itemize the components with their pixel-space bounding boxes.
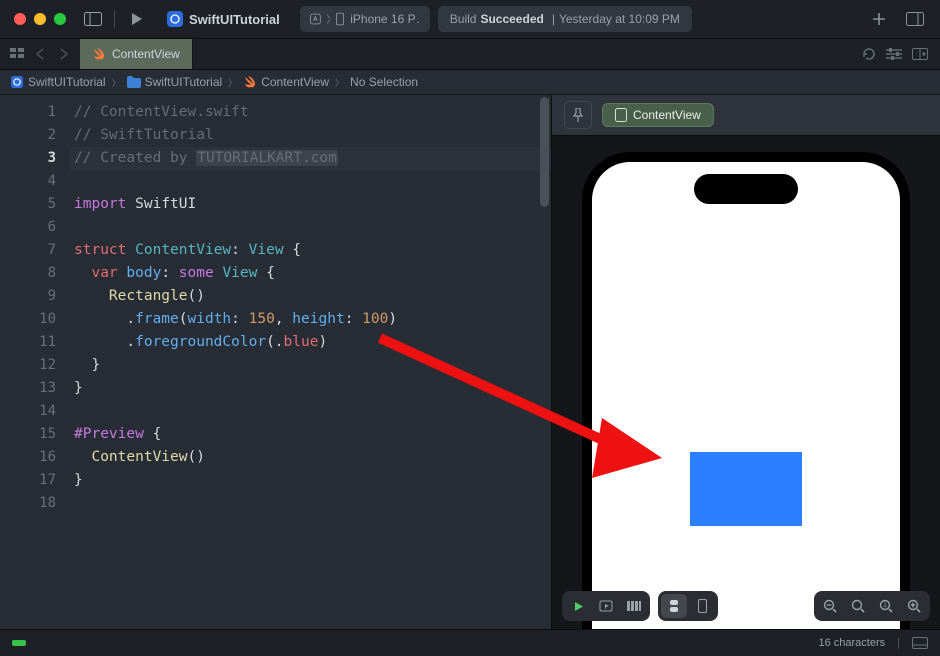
code-line[interactable]: struct ContentView: View { [74, 239, 551, 262]
swift-file-icon [92, 47, 106, 61]
toggle-navigator-icon[interactable] [80, 6, 106, 32]
phone-screen [592, 162, 900, 629]
editor-tab-active[interactable]: ContentView [80, 39, 193, 69]
code-line[interactable]: // SwiftTutorial [74, 124, 551, 147]
chevron-right-icon [327, 14, 331, 24]
project-icon [10, 75, 24, 89]
close-dot[interactable] [14, 13, 26, 25]
code-line[interactable]: } [74, 469, 551, 492]
add-editor-icon[interactable] [912, 48, 928, 60]
destination-label: iPhone 16 P… [350, 12, 420, 26]
code-line[interactable]: ContentView() [74, 446, 551, 469]
add-icon[interactable] [866, 6, 892, 32]
status-led [12, 640, 26, 646]
phone-frame [582, 152, 910, 629]
editor-tabbar: ContentView [0, 39, 940, 70]
run-destination[interactable]: iPhone 16 P… [300, 6, 430, 32]
code-line[interactable] [74, 170, 551, 193]
code-line[interactable] [74, 216, 551, 239]
jump-bar[interactable]: SwiftUITutorial 〉 SwiftUITutorial 〉 Cont… [0, 70, 940, 95]
pin-preview-icon[interactable] [564, 101, 592, 129]
preview-pane: ContentView [551, 95, 940, 629]
library-icon[interactable] [902, 6, 928, 32]
preview-header: ContentView [552, 95, 940, 136]
code-line[interactable]: } [74, 354, 551, 377]
variants-button[interactable] [621, 594, 647, 618]
svg-text:1: 1 [883, 603, 887, 609]
selectable-preview-button[interactable] [593, 594, 619, 618]
code-line[interactable]: .frame(width: 150, height: 100) [74, 308, 551, 331]
forward-button[interactable] [54, 44, 74, 64]
related-items-icon[interactable] [10, 48, 26, 60]
editor-scrollbar[interactable] [537, 95, 551, 629]
code-line[interactable]: var body: some View { [74, 262, 551, 285]
zoom-fit-icon[interactable] [845, 594, 871, 618]
scheme-label: SwiftUITutorial [189, 12, 280, 27]
rendered-rectangle [690, 452, 802, 526]
zoom-in-icon[interactable] [901, 594, 927, 618]
zoom-dot[interactable] [54, 13, 66, 25]
code-line[interactable]: } [74, 377, 551, 400]
back-button[interactable] [30, 44, 50, 64]
folder-icon [127, 75, 141, 89]
zoom-actual-icon[interactable]: 1 [873, 594, 899, 618]
zoom-out-icon[interactable] [817, 594, 843, 618]
status-sep: | [552, 12, 555, 26]
code-line[interactable]: Rectangle() [74, 285, 551, 308]
code-line[interactable]: .foregroundColor(.blue) [74, 331, 551, 354]
window-traffic-lights [0, 13, 80, 25]
app-icon [167, 11, 183, 27]
tab-label: ContentView [112, 47, 180, 61]
crumb-project[interactable]: SwiftUITutorial [10, 75, 106, 89]
crumb-folder[interactable]: SwiftUITutorial [127, 75, 223, 89]
preview-device-icon [615, 108, 627, 122]
crumb-selection[interactable]: No Selection [350, 75, 418, 89]
xcode-toolbar: SwiftUITutorial iPhone 16 P… Build Succe… [0, 0, 940, 39]
crumb-file[interactable]: ContentView [243, 75, 329, 89]
code-editor[interactable]: 123456789101112131415161718 // ContentVi… [0, 95, 551, 629]
toggle-debug-area-icon[interactable] [912, 637, 928, 649]
reload-icon[interactable] [862, 47, 876, 61]
char-count: 16 characters [818, 637, 885, 649]
statusbar: 16 characters | [0, 629, 940, 656]
preview-tab[interactable]: ContentView [602, 103, 714, 127]
minimize-dot[interactable] [34, 13, 46, 25]
status-time: Yesterday at 10:09 PM [559, 12, 680, 26]
canvas-toolbar: 1 [552, 591, 940, 621]
activity-status[interactable]: Build Succeeded | Yesterday at 10:09 PM [438, 6, 692, 32]
code-line[interactable]: #Preview { [74, 423, 551, 446]
preview-canvas[interactable]: 1 [552, 136, 940, 629]
code-area[interactable]: // ContentView.swift// SwiftTutorial// C… [70, 95, 551, 629]
scheme-selector[interactable]: SwiftUITutorial [157, 8, 290, 30]
dynamic-island [694, 174, 798, 204]
line-gutter: 123456789101112131415161718 [0, 95, 70, 629]
device-settings-button[interactable] [661, 594, 687, 618]
preview-tab-label: ContentView [633, 108, 701, 122]
iphone-icon [336, 12, 344, 26]
status-result: Succeeded [480, 12, 543, 26]
main-split: 123456789101112131415161718 // ContentVi… [0, 95, 940, 629]
editor-options-icon[interactable] [886, 48, 902, 60]
code-line[interactable] [74, 400, 551, 423]
code-line[interactable]: // ContentView.swift [74, 101, 551, 124]
status-prefix: Build [450, 12, 477, 26]
swift-file-icon [243, 75, 257, 89]
live-preview-button[interactable] [565, 594, 591, 618]
code-line[interactable] [74, 492, 551, 515]
phone-preview-button[interactable] [689, 594, 715, 618]
code-line[interactable]: import SwiftUI [74, 193, 551, 216]
app-store-icon [310, 13, 321, 25]
run-button[interactable] [123, 6, 149, 32]
